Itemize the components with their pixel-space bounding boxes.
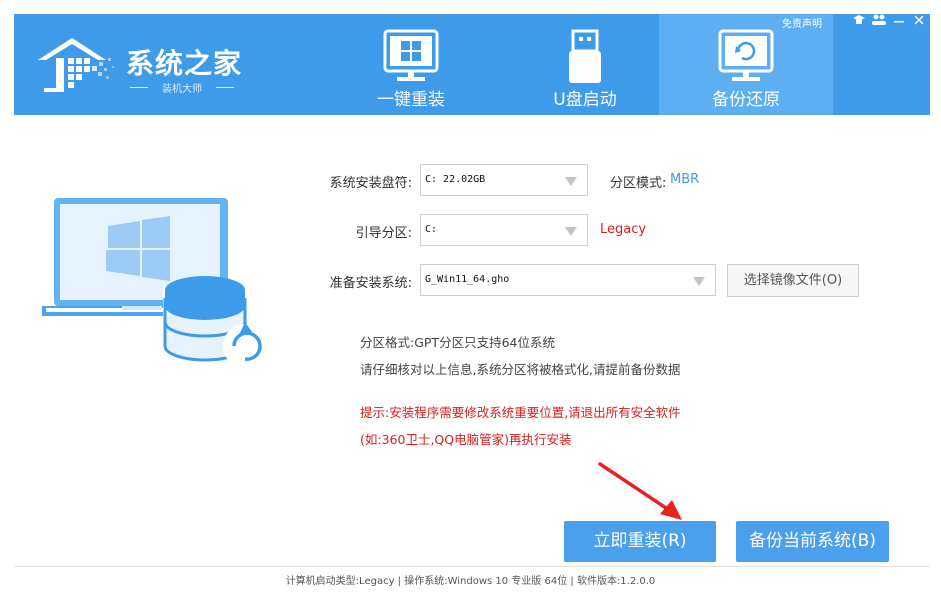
verify-info-note: 请仔细核对以上信息,系统分区将被格式化,请提前备份数据 <box>360 362 681 377</box>
disclaimer-link[interactable]: 免责声明 <box>782 15 822 30</box>
partition-mode-value: MBR <box>670 172 700 187</box>
skin-icon[interactable] <box>851 14 867 28</box>
boot-partition-value: C: <box>425 224 438 235</box>
logo-title: 系统之家 <box>126 47 243 80</box>
image-select[interactable]: G_Win11_64.gho <box>420 264 716 296</box>
browse-image-button[interactable]: 选择镜像文件(O) <box>727 264 859 297</box>
tab-label: U盘启动 <box>553 90 617 110</box>
warning-line-1: 提示:安装程序需要修改系统重要位置,请退出所有安全软件 <box>360 405 681 420</box>
tab-one-click-reinstall[interactable]: 一键重装 <box>324 14 498 115</box>
house-logo-icon <box>38 38 114 92</box>
footer-divider <box>14 566 930 567</box>
backup-system-button[interactable]: 备份当前系统(B) <box>736 521 889 562</box>
warning-line-2: (如:360卫士,QQ电脑管家)再执行安装 <box>360 432 572 447</box>
system-disk-value: C: 22.02GB <box>425 174 486 185</box>
logo: 系统之家 装机大师 <box>34 24 254 104</box>
system-disk-select[interactable]: C: 22.02GB <box>420 164 588 196</box>
partition-format-note: 分区格式:GPT分区只支持64位系统 <box>360 335 555 350</box>
windows-monitor-icon <box>383 29 439 81</box>
chevron-down-icon <box>565 177 577 186</box>
tab-label: 备份还原 <box>712 90 780 110</box>
minimize-icon[interactable] <box>891 14 907 28</box>
pointer-arrow-icon <box>598 462 682 520</box>
close-icon[interactable] <box>911 14 927 28</box>
usb-drive-icon <box>569 29 601 83</box>
reinstall-now-button[interactable]: 立即重装(R) <box>564 521 716 562</box>
boot-partition-select[interactable]: C: <box>420 214 588 246</box>
chevron-down-icon <box>565 227 577 236</box>
tab-label: 一键重装 <box>377 90 445 110</box>
tab-usb-boot[interactable]: U盘启动 <box>498 14 672 115</box>
image-value: G_Win11_64.gho <box>425 274 510 285</box>
logo-subtitle: 装机大师 <box>130 80 234 95</box>
system-disk-label: 系统安装盘符: <box>329 176 412 191</box>
partition-mode-label: 分区模式: <box>610 176 667 191</box>
backup-restore-icon <box>718 29 774 81</box>
chevron-down-icon <box>693 277 705 286</box>
boot-mode-value: Legacy <box>600 222 647 237</box>
status-footer: 计算机启动类型:Legacy | 操作系统:Windows 10 专业版 64位… <box>285 576 656 587</box>
user-icon[interactable] <box>871 14 887 28</box>
boot-partition-label: 引导分区: <box>355 226 412 241</box>
image-label: 准备安装系统: <box>329 276 412 291</box>
laptop-database-illustration <box>42 198 267 368</box>
